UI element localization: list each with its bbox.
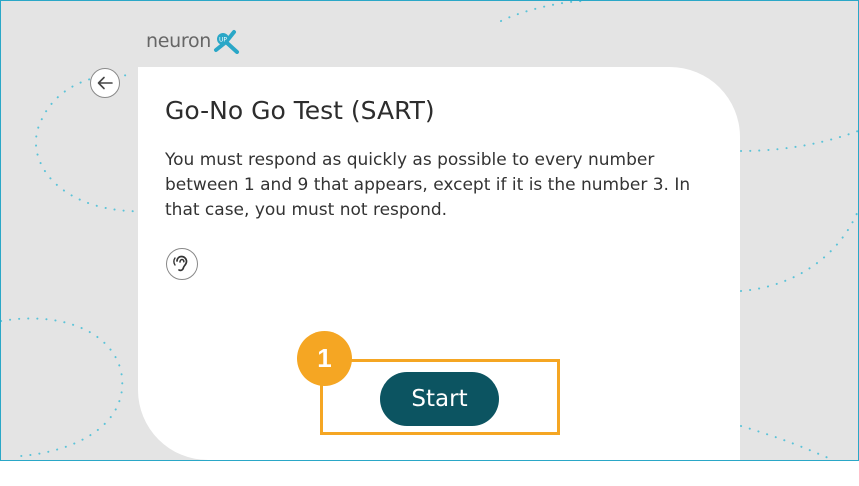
back-button[interactable] <box>90 68 120 98</box>
logo-badge-text: UP <box>219 37 227 44</box>
step-number-badge: 1 <box>297 331 352 386</box>
activity-description: You must respond as quickly as possible … <box>165 150 691 220</box>
ear-icon <box>173 255 188 272</box>
audio-button[interactable] <box>166 248 198 280</box>
activity-title: Go-No Go Test (SART) <box>165 96 435 125</box>
logo-neuron-icon: UP <box>214 30 240 54</box>
start-button[interactable]: Start <box>380 372 499 426</box>
logo-text: neuron <box>146 30 212 52</box>
neuronup-logo: neuron UP <box>146 28 240 54</box>
arrow-left-icon <box>97 76 113 90</box>
